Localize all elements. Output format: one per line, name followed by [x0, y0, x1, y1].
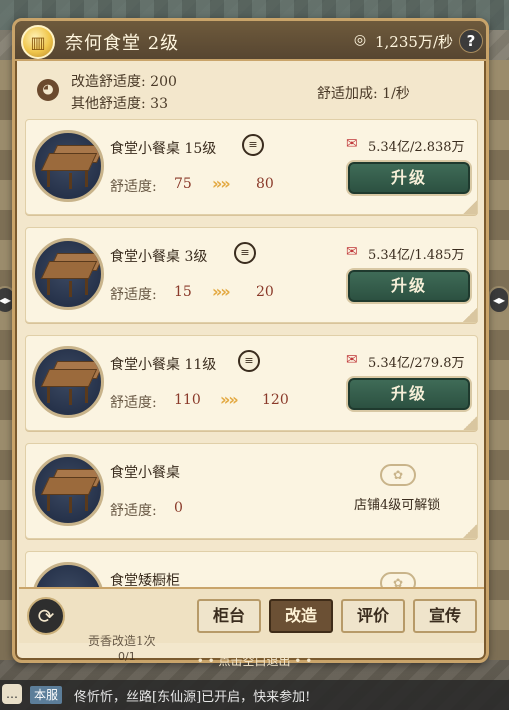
panel-header: ▥ 奈何食堂 2级 ◎ 1,235万/秒 ? [15, 21, 486, 61]
comfort-bonus: 舒适加成: 1/秒 [317, 86, 410, 102]
restaurant-badge-icon: ▥ [21, 25, 55, 59]
furniture-list[interactable]: 食堂小餐桌 15级 ≡ 舒适度: 75 »» 80 ✉ 5.34亿/2.838万… [25, 117, 478, 589]
upgrade-cost: 5.34亿/1.485万 [368, 248, 465, 263]
tap-to-exit-hint[interactable]: • • 点击空白退出 • • [0, 652, 509, 669]
dining-table-image [32, 346, 104, 418]
comfort-current: 0 [174, 500, 183, 516]
comfort-current: 75 [174, 176, 192, 192]
tab-renovate[interactable]: 改造 [269, 599, 333, 633]
comfort-current: 110 [174, 392, 201, 408]
renovation-comfort: 改造舒适度: 200 [71, 74, 177, 90]
dining-table-image [32, 454, 104, 526]
upgrade-button[interactable]: 升级 [348, 270, 470, 302]
income-rate: 1,235万/秒 [375, 33, 453, 51]
comfort-stats: ◕ 改造舒适度: 200 其他舒适度: 33 舒适加成: 1/秒 [33, 67, 473, 117]
list-item: 食堂小餐桌 11级 ≡ 舒适度: 110 »» 120 ✉ 5.34亿/279.… [25, 335, 478, 431]
chat-message: 佟忻忻，丝路[东仙源]已开启，快来参加! [74, 690, 311, 705]
chat-icon[interactable]: … [2, 684, 22, 704]
upgrade-cost: 5.34亿/279.8万 [368, 356, 465, 371]
refresh-icon[interactable]: ⟳ [27, 597, 65, 635]
help-button[interactable]: ? [459, 29, 483, 53]
ticket-icon: ✉ [346, 136, 358, 152]
chat-bar[interactable]: … 本服 佟忻忻，丝路[东仙源]已开启，快来参加! [0, 680, 509, 710]
scroll-icon[interactable]: ≡ [238, 350, 260, 372]
upgrade-cost: 5.34亿/2.838万 [368, 140, 465, 155]
scroll-right-arrow-icon[interactable]: ◂▸ [488, 286, 509, 314]
tab-promote[interactable]: 宣传 [413, 599, 477, 633]
scroll-icon[interactable]: ≡ [234, 242, 256, 264]
tab-reviews[interactable]: 评价 [341, 599, 405, 633]
restaurant-title: 奈何食堂 2级 [65, 33, 180, 54]
tab-counter[interactable]: 柜台 [197, 599, 261, 633]
arrow-icon: »» [212, 174, 231, 193]
list-item: 食堂小餐桌 15级 ≡ 舒适度: 75 »» 80 ✉ 5.34亿/2.838万… [25, 119, 478, 215]
unlock-requirement: 店铺4级可解锁 [354, 498, 441, 513]
other-comfort: 其他舒适度: 33 [71, 96, 168, 112]
scroll-icon[interactable]: ≡ [242, 134, 264, 156]
comfort-label: 舒适度: [110, 179, 157, 195]
comfort-next: 80 [256, 176, 274, 192]
cabinet-image [32, 562, 104, 589]
ticket-icon: ✉ [346, 244, 358, 260]
restaurant-panel: ▥ 奈何食堂 2级 ◎ 1,235万/秒 ? ◕ 改造舒适度: 200 其他舒适… [12, 18, 489, 663]
lock-icon: ✿ [380, 464, 416, 486]
dining-table-image [32, 130, 104, 202]
comfort-current: 15 [174, 284, 192, 300]
item-name: 食堂小餐桌 11级 [110, 357, 217, 373]
list-item: 食堂矮橱柜 ✿ [25, 551, 478, 589]
dining-table-image [32, 238, 104, 310]
arrow-icon: »» [212, 282, 231, 301]
scene-wall-right [489, 60, 509, 660]
comfort-label: 舒适度: [110, 395, 157, 411]
item-name: 食堂小餐桌 15级 [110, 141, 217, 157]
item-name: 食堂小餐桌 3级 [110, 249, 208, 265]
comfort-label: 舒适度: [110, 503, 157, 519]
comfort-face-icon: ◕ [37, 79, 59, 101]
upgrade-button[interactable]: 升级 [348, 378, 470, 410]
scene-task-sign: 贡香改造1次 [88, 634, 156, 648]
comfort-next: 120 [262, 392, 289, 408]
upgrade-button[interactable]: 升级 [348, 162, 470, 194]
list-item: 食堂小餐桌 3级 ≡ 舒适度: 15 »» 20 ✉ 5.34亿/1.485万 … [25, 227, 478, 323]
list-item-locked: 食堂小餐桌 舒适度: 0 ✿ 店铺4级可解锁 [25, 443, 478, 539]
arrow-icon: »» [220, 390, 239, 409]
comfort-label: 舒适度: [110, 287, 157, 303]
comfort-next: 20 [256, 284, 274, 300]
item-name: 食堂小餐桌 [110, 465, 180, 481]
ticket-icon: ✉ [346, 352, 358, 368]
coins-icon: ◎ [353, 32, 367, 48]
server-channel-badge: 本服 [30, 686, 63, 704]
